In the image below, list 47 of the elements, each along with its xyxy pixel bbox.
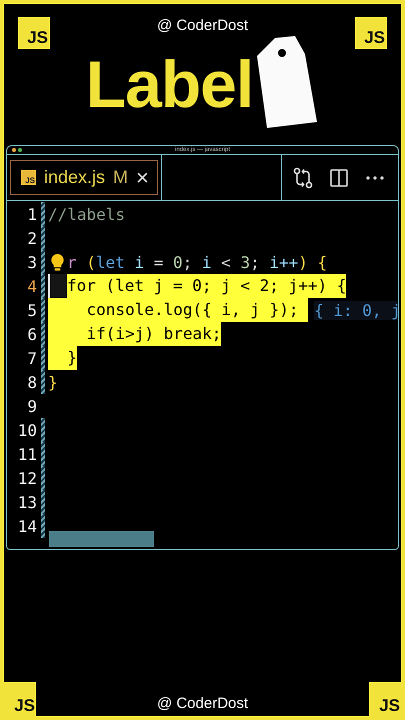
line-number: 5	[26, 300, 37, 320]
line-number: 7	[26, 348, 37, 368]
compare-changes-icon[interactable]	[292, 166, 314, 188]
split-editor-icon[interactable]	[328, 166, 350, 188]
title: Label	[86, 46, 254, 122]
code-text: i++	[268, 252, 298, 272]
line-number: 1	[26, 204, 37, 224]
file-tab[interactable]: JS index.js M ×	[10, 160, 158, 195]
line-number: 13	[16, 492, 37, 512]
js-badge: JS	[18, 17, 50, 49]
code-text: (	[85, 252, 96, 272]
code-text: for (let j = 0; j < 2; j++) {	[67, 274, 346, 298]
code-text: //labels	[48, 204, 126, 224]
scrollbar-thumb[interactable]	[49, 531, 154, 547]
code-text: <	[220, 252, 232, 272]
credit-text: @ CoderDost	[156, 17, 248, 34]
line-number: 10	[16, 420, 37, 440]
code-text: }	[48, 346, 77, 370]
code-text: 0	[172, 252, 183, 272]
line-number: 12	[16, 468, 37, 488]
credit-text: @ CoderDost	[156, 695, 248, 714]
code-text: if(i>j) break;	[48, 322, 222, 346]
code-text: i	[200, 252, 212, 272]
js-file-icon: JS	[21, 170, 36, 185]
line-number: 11	[16, 444, 37, 464]
line-number: 14	[16, 516, 37, 536]
line-number: 6	[26, 324, 37, 344]
code-text: let	[96, 252, 125, 272]
code-text: }	[48, 372, 58, 392]
code-text: )	[298, 252, 308, 272]
code-text: 3	[240, 252, 250, 272]
code-text: i	[133, 252, 144, 272]
inlay-hint: { i: 0, j	[314, 300, 398, 320]
code-text: ;	[182, 252, 192, 272]
code-text: r	[67, 252, 77, 272]
line-number: 3	[26, 252, 37, 272]
code-text: {	[316, 252, 328, 272]
code-text: ;	[250, 252, 260, 272]
line-number: 8	[26, 372, 37, 392]
line-number: 4	[26, 276, 37, 296]
js-badge: JS	[355, 17, 387, 49]
js-badge: JS	[369, 682, 401, 716]
line-number: 2	[26, 228, 37, 248]
code-text: console.log({ i, j });	[48, 298, 308, 322]
line-number: 9	[26, 396, 37, 416]
js-badge: JS	[4, 682, 36, 716]
code-text: =	[152, 252, 164, 272]
